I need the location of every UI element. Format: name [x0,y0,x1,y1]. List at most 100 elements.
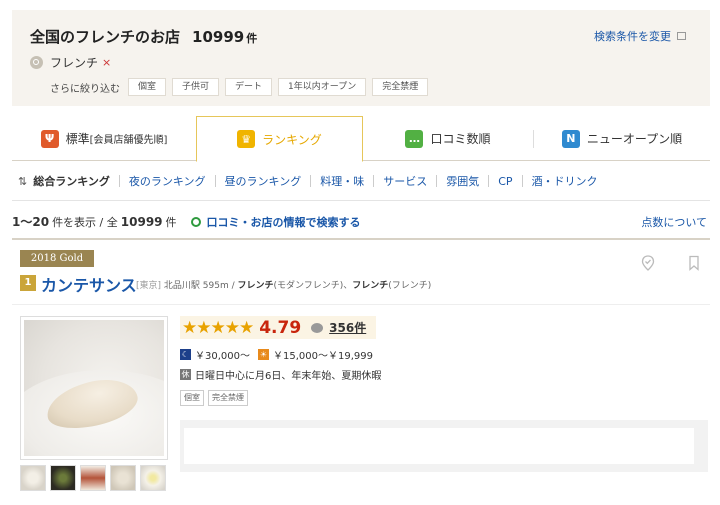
result-total-unit: 件 [165,215,177,229]
tab-ranking[interactable]: ♛ ランキング [196,116,363,162]
thumbnail[interactable] [50,465,76,491]
tab-review-count[interactable]: … 口コミ数順 [363,116,533,161]
restaurant-genre: フレンチ [237,281,274,291]
tab-standard-label: 標準 [65,132,90,146]
filter-chip-kids[interactable]: 子供可 [172,78,220,96]
subnav-current: 総合ランキング [33,175,110,188]
page-title: 全国のフレンチのお店 10999 件 [30,26,257,47]
rating-score: 4.79 [259,317,302,338]
change-conditions-link[interactable]: 検索条件を変更 [594,28,686,44]
speech-bubble-icon: … [405,129,424,148]
page-title-text: 全国のフレンチのお店 [30,28,181,46]
tag-private-room: 個室 [180,390,204,406]
review-search-label: 口コミ・お店の情報で検索する [206,215,361,229]
check-in-pin-icon[interactable] [640,255,656,271]
keyword-remove-button[interactable]: × [102,56,111,69]
divider [12,200,710,201]
subnav-item-service[interactable]: サービス [383,173,427,189]
restaurant-tags: 個室 完全禁煙 [180,390,252,406]
thumbnail[interactable] [140,465,166,491]
budget-row: ☾ ￥30,000〜 ☀ ￥15,000〜￥19,999 [180,347,373,362]
info-box [180,420,708,472]
divider [373,175,375,187]
rating-bar: ★★★★★ 4.79 356件 [180,316,376,339]
tag-no-smoking: 完全禁煙 [208,390,248,406]
award-badge: 2018 Gold [20,250,94,267]
review-search-link[interactable]: 口コミ・お店の情報で検索する [190,214,361,230]
restaurant-photo[interactable] [20,316,168,460]
external-window-icon [677,32,686,40]
result-range: 1〜20 [12,215,50,229]
rating-stars: ★★★★★ [182,317,254,338]
subnav-item-cp[interactable]: CP [498,175,512,188]
search-icon [30,56,43,69]
divider [12,238,710,240]
moon-icon: ☾ [180,349,191,360]
fork-knife-icon: Ψ [40,129,59,148]
tab-standard-sub: [会員店舗優先順] [89,135,168,146]
holiday-text: 日曜日中心に月6日、年末年始、夏期休暇 [195,371,382,382]
divider [488,175,490,187]
info-box-inner [184,428,694,464]
filter-chip-no-smoking[interactable]: 完全禁煙 [372,78,429,96]
thumbnail[interactable] [20,465,46,491]
thumbnail[interactable] [110,465,136,491]
divider [436,175,438,187]
narrow-filters: さらに絞り込む 個室 子供可 デート 1年以内オープン 完全禁煙 [50,78,434,96]
search-icon [190,216,201,227]
restaurant-name-link[interactable]: カンテサンス [41,272,137,296]
divider [310,175,312,187]
divider [118,175,120,187]
thumbnail[interactable] [80,465,106,491]
rank-badge: 1 [20,275,36,291]
result-count: 10999 [192,28,245,46]
review-count-link[interactable]: 356件 [329,319,366,336]
result-count-unit: 件 [246,32,258,45]
filter-chip-private-room[interactable]: 個室 [128,78,167,96]
subnav-item-dinner[interactable]: 夜のランキング [129,173,206,189]
change-conditions-label: 検索条件を変更 [594,30,671,43]
tab-new-open-label: ニューオープン順 [586,132,683,146]
tab-new-open[interactable]: N ニューオープン順 [534,116,710,161]
new-icon: N [561,129,580,148]
divider [521,175,523,187]
restaurant-genre: フレンチ [352,281,389,291]
keyword-chip: フレンチ × [30,54,111,71]
subnav-item-lunch[interactable]: 昼のランキング [225,173,302,189]
narrow-label: さらに絞り込む [50,83,120,95]
divider [214,175,216,187]
restaurant-station: 北品川駅 595m / [163,281,235,291]
sort-arrows-icon: ⇅ [18,174,28,188]
restaurant-meta: [東京] 北品川駅 595m / フレンチ(モダンフレンチ)、フレンチ(フレンチ… [136,278,431,291]
filter-chip-new-open[interactable]: 1年以内オープン [278,78,367,96]
closed-icon: 休 [180,369,191,380]
restaurant-area: [東京] [136,281,162,291]
tab-review-count-label: 口コミ数順 [430,132,491,146]
crown-icon: ♛ [237,130,256,148]
photo-thumbnails [20,465,170,491]
bookmark-icon[interactable] [686,255,702,271]
subnav-item-food[interactable]: 料理・味 [320,173,364,189]
tab-standard[interactable]: Ψ 標準 [会員店舗優先順] [12,116,196,161]
ranking-subnav: ⇅ 総合ランキング 夜のランキング 昼のランキング 料理・味 サービス 雰囲気 … [18,173,598,189]
sort-tabs: Ψ 標準 [会員店舗優先順] ♛ ランキング … 口コミ数順 N ニューオープン… [12,116,710,162]
restaurant-genre-sub: (フレンチ) [388,281,432,291]
subnav-item-atmosphere[interactable]: 雰囲気 [446,173,479,189]
score-info-link[interactable]: 点数について [641,214,707,230]
review-bubble-icon [311,322,324,333]
result-summary: 1〜20 件を表示 / 全 10999 件 口コミ・お店の情報で検索する [12,213,361,230]
keyword-text: フレンチ [50,56,99,70]
filter-chip-date[interactable]: デート [225,78,273,96]
holiday-row: 休 日曜日中心に月6日、年末年始、夏期休暇 [180,367,381,382]
dessert-photo [24,320,164,456]
search-header: 全国のフレンチのお店 10999 件 検索条件を変更 フレンチ × さらに絞り込む … [12,10,710,106]
sun-icon: ☀ [258,349,269,360]
result-total: 10999 [120,214,163,229]
lunch-budget: ￥15,000〜￥19,999 [273,351,373,362]
divider [12,304,710,305]
dinner-budget: ￥30,000〜 [195,351,250,362]
tab-ranking-label: ランキング [262,132,322,147]
subnav-item-drinks[interactable]: 酒・ドリンク [532,173,598,189]
restaurant-genre-sub: (モダンフレンチ)、 [273,281,353,291]
result-range-suffix: 件を表示 / 全 [52,215,118,229]
